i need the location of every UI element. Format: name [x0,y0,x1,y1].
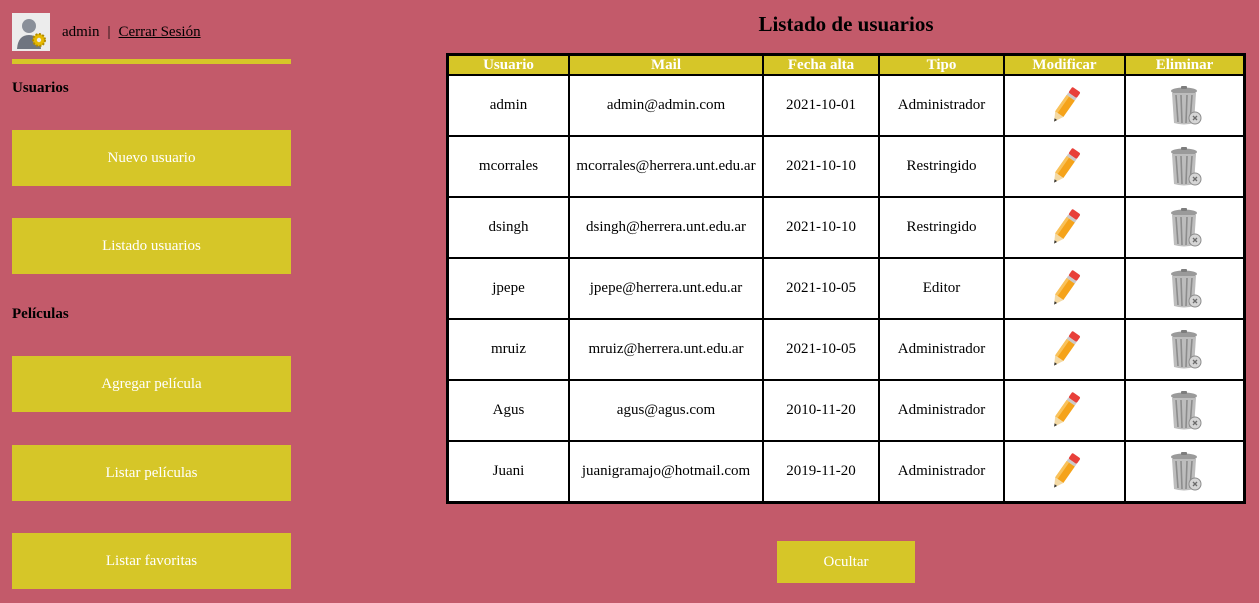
trash-can-icon[interactable] [1126,85,1243,127]
add-movie-button[interactable]: Agregar película [12,356,291,412]
sidebar-divider [12,59,291,64]
user-bar: admin | Cerrar Sesión [12,13,201,51]
cell-modificar [1003,135,1124,196]
pencil-icon[interactable] [1005,389,1124,433]
cell-tipo: Administrador [878,318,1003,379]
logout-link[interactable]: Cerrar Sesión [119,24,201,41]
cell-modificar [1003,196,1124,257]
cell-modificar [1003,257,1124,318]
table-row: Agus agus@agus.com 2010-11-20 Administrador [449,379,1243,440]
trash-can-icon[interactable] [1126,451,1243,493]
trash-can-icon[interactable] [1126,390,1243,432]
cell-mail: juanigramajo@hotmail.com [568,440,762,501]
hide-button[interactable]: Ocultar [777,541,915,583]
cell-fecha-alta: 2021-10-01 [762,76,878,135]
user-name: admin [62,23,100,40]
list-favorites-button[interactable]: Listar favoritas [12,533,291,589]
pencil-icon[interactable] [1005,145,1124,189]
table-body: admin admin@admin.com 2021-10-01 Administra… [449,76,1243,501]
users-table: Usuario Mail Fecha alta Tipo Modificar E… [446,53,1246,504]
table-row: mcorrales mcorrales@herrera.unt.edu.ar 202… [449,135,1243,196]
pencil-icon[interactable] [1005,450,1124,494]
column-header-modificar: Modificar [1003,56,1124,76]
trash-can-icon[interactable] [1126,268,1243,310]
table-row: jpepe jpepe@herrera.unt.edu.ar 2021-10-05 E… [449,257,1243,318]
cell-eliminar [1124,135,1243,196]
list-users-button[interactable]: Listado usuarios [12,218,291,274]
cell-mail: jpepe@herrera.unt.edu.ar [568,257,762,318]
cell-fecha-alta: 2021-10-05 [762,318,878,379]
cell-tipo: Editor [878,257,1003,318]
cell-tipo: Administrador [878,440,1003,501]
header-separator: | [107,23,111,40]
cell-fecha-alta: 2019-11-20 [762,440,878,501]
new-user-button[interactable]: Nuevo usuario [12,130,291,186]
table-row: mruiz mruiz@herrera.unt.edu.ar 2021-10-05 A… [449,318,1243,379]
column-header-tipo: Tipo [878,56,1003,76]
cell-eliminar [1124,440,1243,501]
cell-mail: dsingh@herrera.unt.edu.ar [568,196,762,257]
cell-modificar [1003,76,1124,135]
cell-tipo: Administrador [878,76,1003,135]
pencil-icon[interactable] [1005,328,1124,372]
cell-eliminar [1124,318,1243,379]
page-title: Listado de usuarios [758,12,934,36]
cell-usuario: admin [489,97,528,113]
trash-can-icon[interactable] [1126,329,1243,371]
cell-mail: mruiz@herrera.unt.edu.ar [568,318,762,379]
section-title-peliculas: Películas [12,306,69,322]
cell-tipo: Restringido [878,135,1003,196]
cell-eliminar [1124,257,1243,318]
cell-mail: agus@agus.com [568,379,762,440]
cell-tipo: Administrador [878,379,1003,440]
cell-eliminar [1124,379,1243,440]
cell-usuario: jpepe [449,257,568,318]
cell-eliminar [1124,76,1243,135]
list-movies-button[interactable]: Listar películas [12,445,291,501]
column-header-fecha-alta: Fecha alta [762,56,878,76]
cell-fecha-alta: 2010-11-20 [762,379,878,440]
user-gear-icon [12,13,50,51]
column-header-eliminar: Eliminar [1124,56,1243,76]
cell-mail: mcorrales@herrera.unt.edu.ar [568,135,762,196]
cell-modificar [1003,379,1124,440]
cell-mail: admin@admin.com [568,76,762,135]
cell-usuario: dsingh [449,196,568,257]
trash-can-icon[interactable] [1126,207,1243,249]
pencil-icon[interactable] [1005,84,1124,128]
cell-usuario: mruiz [449,318,568,379]
cell-eliminar [1124,196,1243,257]
column-header-usuario: Usuario [449,56,568,76]
cell-fecha-alta: 2021-10-10 [762,196,878,257]
table-row: Juani juanigramajo@hotmail.com 2019-11-20 A… [449,440,1243,501]
cell-fecha-alta: 2021-10-05 [762,257,878,318]
table-row: dsingh dsingh@herrera.unt.edu.ar 2021-10-1… [449,196,1243,257]
cell-usuario: mcorrales [449,135,568,196]
cell-tipo: Restringido [878,196,1003,257]
cell-modificar [1003,440,1124,501]
cell-usuario: Agus [449,379,568,440]
column-header-mail: Mail [568,56,762,76]
cell-usuario: Juani [449,440,568,501]
cell-modificar [1003,318,1124,379]
section-title-usuarios: Usuarios [12,80,69,96]
pencil-icon[interactable] [1005,206,1124,250]
table-header-row: Usuario Mail Fecha alta Tipo Modificar E… [449,56,1243,76]
trash-can-icon[interactable] [1126,146,1243,188]
pencil-icon[interactable] [1005,267,1124,311]
cell-fecha-alta: 2021-10-10 [762,135,878,196]
table-row: admin admin@admin.com 2021-10-01 Administra… [449,76,1243,135]
